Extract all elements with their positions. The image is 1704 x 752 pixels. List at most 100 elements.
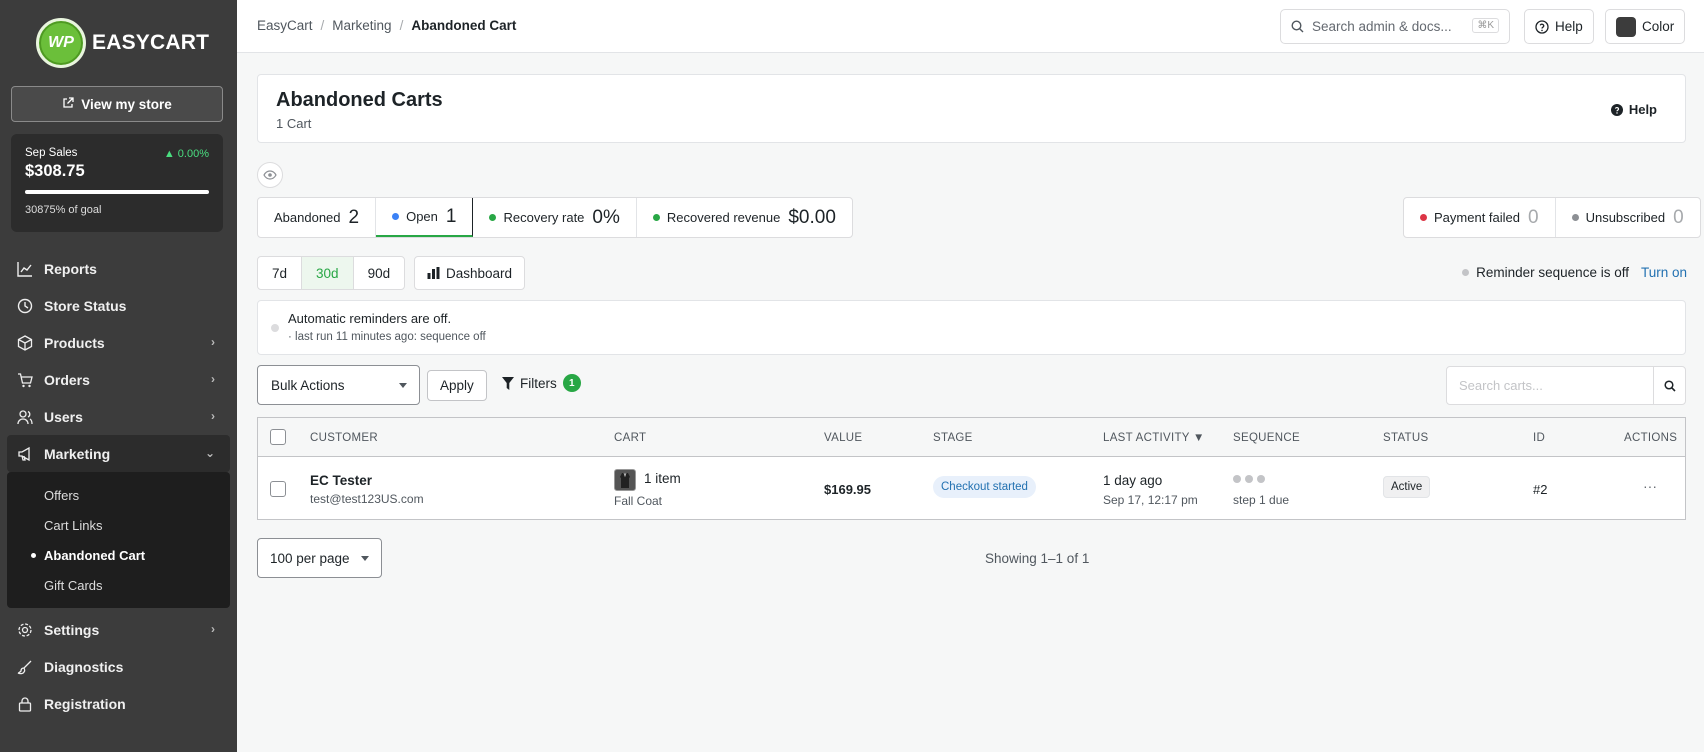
sidebar-item-label: Store Status — [44, 297, 127, 314]
breadcrumb-current: Abandoned Cart — [411, 18, 517, 33]
reports-icon — [17, 261, 33, 277]
page-help-label: Help — [1628, 102, 1657, 117]
stats-tabs: Abandoned 2 Open 1 Recovery rate 0% Reco… — [257, 197, 853, 238]
column-header-status[interactable]: STATUS — [1383, 432, 1428, 444]
page-help-button[interactable]: Help — [1610, 102, 1657, 117]
status-dot-red — [1420, 214, 1427, 221]
submenu-item-abandoned-cart[interactable]: Abandoned Cart — [7, 540, 230, 570]
sidebar-item-users[interactable]: Users › — [0, 398, 237, 435]
column-header-customer[interactable]: CUSTOMER — [310, 432, 378, 444]
turn-on-link[interactable]: Turn on — [1641, 265, 1687, 280]
stat-value: 2 — [348, 206, 360, 228]
title-panel: Abandoned Carts 1 Cart Help — [257, 74, 1686, 143]
brand-name: EASYCART — [92, 31, 210, 54]
stat-label: Recovered revenue — [666, 210, 781, 225]
last-activity-date: Sep 17, 12:17 pm — [1103, 493, 1198, 507]
column-header-value[interactable]: VALUE — [824, 432, 862, 444]
sidebar-item-marketing[interactable]: Marketing ⌄ — [7, 435, 230, 472]
external-link-icon — [62, 96, 74, 112]
brand-logo[interactable]: WP EASYCART — [36, 18, 209, 68]
row-checkbox[interactable] — [270, 481, 286, 497]
sequence-label: step 1 due — [1233, 493, 1290, 507]
stat-abandoned[interactable]: Abandoned 2 — [258, 198, 377, 237]
select-all-checkbox[interactable] — [270, 429, 286, 445]
cart-search — [1446, 366, 1686, 405]
sidebar-item-label: Marketing — [44, 445, 111, 462]
stat-value: 1 — [445, 205, 457, 227]
search-icon — [1663, 379, 1676, 392]
sidebar-item-store-status[interactable]: Store Status — [0, 287, 237, 324]
stat-payment-failed[interactable]: Payment failed 0 — [1404, 198, 1556, 237]
dashboard-button[interactable]: Dashboard — [414, 256, 526, 290]
search-shortcut: ⌘K — [1472, 18, 1499, 33]
breadcrumb: EasyCart / Marketing / Abandoned Cart — [257, 18, 516, 33]
column-header-stage[interactable]: STAGE — [933, 432, 973, 444]
top-bar: EasyCart / Marketing / Abandoned Cart Se… — [237, 0, 1704, 53]
sidebar-item-reports[interactable]: Reports — [0, 250, 237, 287]
range-7d[interactable]: 7d — [258, 257, 303, 289]
question-circle-icon — [1610, 103, 1623, 116]
submenu-item-cart-links[interactable]: Cart Links — [7, 510, 230, 540]
row-actions-menu[interactable]: ··· — [1643, 478, 1657, 494]
stat-label: Payment failed — [1434, 210, 1520, 225]
reminder-status: Reminder sequence is off Turn on — [1462, 265, 1687, 280]
breadcrumb-item[interactable]: EasyCart — [257, 18, 313, 33]
cart-search-input[interactable] — [1447, 367, 1653, 404]
submenu-item-offers[interactable]: Offers — [7, 480, 230, 510]
range-30d[interactable]: 30d — [302, 257, 354, 289]
sidebar-item-settings[interactable]: Settings › — [0, 611, 237, 648]
cart-icon — [17, 372, 33, 388]
sequence-step-dot — [1233, 475, 1241, 483]
stat-value: $0.00 — [788, 206, 836, 228]
gear-icon — [17, 622, 33, 638]
sales-goal: 30875% of goal — [25, 204, 102, 216]
per-page-select[interactable]: 100 per page — [257, 538, 382, 578]
view-store-label: View my store — [81, 96, 172, 112]
filters-label: Filters — [520, 375, 557, 391]
help-button[interactable]: Help — [1524, 9, 1594, 44]
table-row[interactable]: EC Tester test@test123US.com 1 item Fall… — [258, 458, 1685, 520]
sales-delta: ▲ 0.00% — [163, 148, 209, 160]
bulk-actions-select[interactable]: Bulk Actions — [257, 365, 420, 405]
sidebar-item-label: Orders — [44, 371, 90, 388]
column-header-last-activity[interactable]: LAST ACTIVITY ▼ — [1103, 432, 1205, 444]
sidebar-item-orders[interactable]: Orders › — [0, 361, 237, 398]
stat-value: 0 — [1673, 206, 1684, 228]
status-dot-green — [489, 214, 497, 221]
box-icon — [17, 334, 33, 351]
breadcrumb-separator: / — [399, 18, 404, 33]
column-header-id[interactable]: ID — [1533, 432, 1545, 444]
sidebar-item-products[interactable]: Products › — [0, 324, 237, 361]
admin-search-input[interactable]: Search admin & docs... ⌘K — [1280, 9, 1510, 44]
sales-progress-fill — [25, 190, 209, 194]
sidebar-item-label: Registration — [44, 695, 126, 712]
stat-open[interactable]: Open 1 — [376, 198, 474, 237]
submenu-item-gift-cards[interactable]: Gift Cards — [7, 570, 230, 600]
sidebar-item-diagnostics[interactable]: Diagnostics — [0, 648, 237, 685]
filter-icon — [502, 376, 514, 390]
apply-button[interactable]: Apply — [427, 370, 487, 401]
filters-button[interactable]: Filters 1 — [502, 374, 581, 392]
sidebar-item-registration[interactable]: Registration — [0, 685, 237, 722]
column-header-cart[interactable]: CART — [614, 432, 646, 444]
marketing-submenu: Offers Cart Links Abandoned Cart Gift Ca… — [7, 472, 230, 608]
product-thumbnail — [614, 469, 636, 491]
stat-recovery-rate[interactable]: Recovery rate 0% — [473, 198, 637, 237]
color-mode-button[interactable]: Color — [1605, 9, 1686, 44]
breadcrumb-item[interactable]: Marketing — [332, 18, 391, 33]
column-header-sequence[interactable]: SEQUENCE — [1233, 432, 1300, 444]
logo-badge: WP — [36, 18, 86, 68]
date-range-selector: 7d 30d 90d — [257, 256, 406, 290]
stat-recovered-revenue[interactable]: Recovered revenue $0.00 — [637, 198, 852, 237]
customer-name[interactable]: EC Tester — [310, 473, 372, 488]
stat-unsubscribed[interactable]: Unsubscribed 0 — [1556, 198, 1700, 237]
cart-search-button[interactable] — [1653, 367, 1685, 404]
cart-item-count: 1 item — [644, 471, 681, 486]
search-icon — [1291, 20, 1304, 33]
filter-count-badge: 1 — [562, 374, 581, 392]
view-store-button[interactable]: View my store — [11, 86, 223, 122]
reminders-notice: Automatic reminders are off. · last run … — [257, 300, 1686, 355]
visibility-toggle[interactable] — [257, 162, 283, 188]
stat-value: 0 — [1528, 206, 1539, 228]
range-90d[interactable]: 90d — [354, 257, 405, 289]
